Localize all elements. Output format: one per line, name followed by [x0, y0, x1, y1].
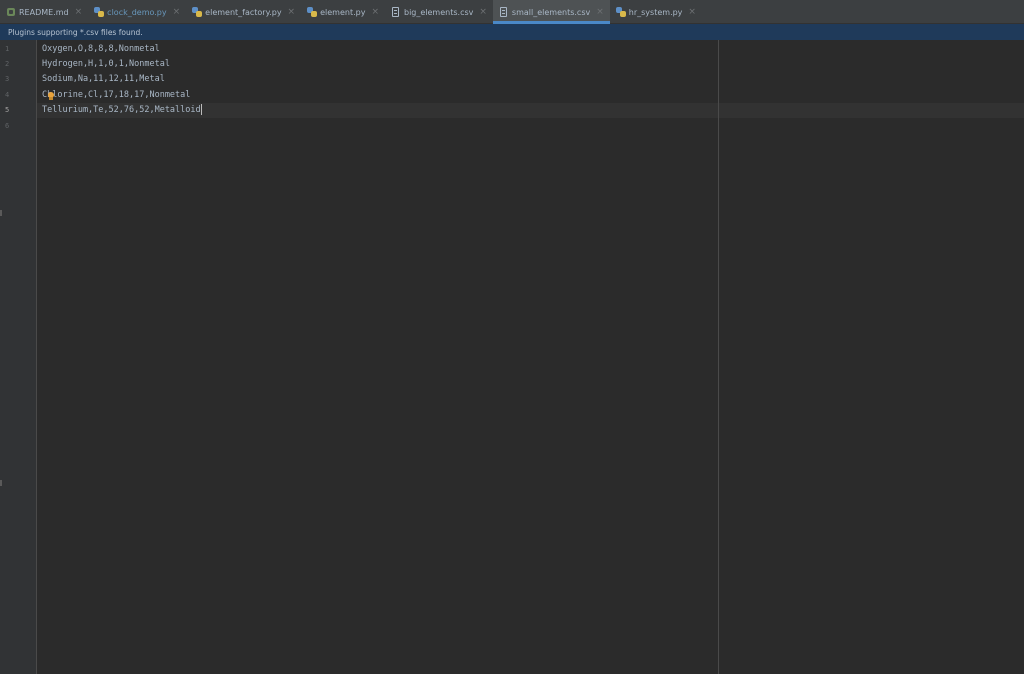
banner-text: Plugins supporting *.csv files found.: [8, 27, 143, 37]
right-margin-guide: [718, 40, 719, 674]
close-icon[interactable]: ×: [173, 7, 181, 17]
python-file-icon: [94, 7, 105, 17]
close-icon[interactable]: ×: [596, 7, 604, 17]
ide-window: README.md × clock_demo.py × element_fact…: [0, 0, 1024, 674]
tab-label: element.py: [320, 7, 366, 17]
text-caret: [200, 104, 202, 115]
editor-tab-bar: README.md × clock_demo.py × element_fact…: [0, 0, 1024, 24]
lightbulb-intention-icon[interactable]: [47, 92, 55, 100]
line-number: 5: [5, 106, 10, 114]
scroll-marker: [0, 480, 2, 486]
tab-label: element_factory.py: [205, 7, 282, 17]
python-file-icon: [615, 7, 626, 17]
code-line-text: Tellurium,Te,52,76,52,Metalloid: [42, 105, 201, 115]
tab-label: small_elements.csv: [511, 7, 591, 17]
tab-label: hr_system.py: [628, 7, 683, 17]
csv-file-icon: [391, 7, 401, 17]
close-icon[interactable]: ×: [688, 7, 696, 17]
tab-small-elements-csv[interactable]: small_elements.csv ×: [492, 0, 610, 24]
plugin-suggestion-banner[interactable]: Plugins supporting *.csv files found.: [0, 24, 1024, 40]
markdown-file-icon: [6, 7, 16, 17]
tab-big-elements-csv[interactable]: big_elements.csv ×: [385, 0, 493, 24]
tab-clock-demo-py[interactable]: clock_demo.py ×: [88, 0, 186, 24]
line-number: 4: [5, 91, 10, 99]
line-number: 3: [5, 75, 10, 83]
code-line-current[interactable]: Tellurium,Te,52,76,52,Metalloid: [42, 103, 202, 118]
tab-element-py[interactable]: element.py ×: [301, 0, 385, 24]
code-line[interactable]: Oxygen,O,8,8,8,Nonmetal: [42, 42, 160, 57]
code-line[interactable]: Chlorine,Cl,17,18,17,Nonmetal: [42, 88, 190, 103]
close-icon[interactable]: ×: [479, 7, 487, 17]
scroll-marker: [0, 210, 2, 216]
tab-label: clock_demo.py: [107, 7, 167, 17]
close-icon[interactable]: ×: [371, 7, 379, 17]
code-editor[interactable]: 1 2 3 4 5 6 Oxygen,O,8,8,8,Nonmetal Hydr…: [0, 40, 1024, 674]
tab-label: README.md: [19, 7, 69, 17]
python-file-icon: [307, 7, 318, 17]
code-line[interactable]: Hydrogen,H,1,0,1,Nonmetal: [42, 57, 170, 72]
tab-readme-md[interactable]: README.md ×: [0, 0, 88, 24]
line-number: 1: [5, 45, 10, 53]
line-number: 2: [5, 60, 10, 68]
close-icon[interactable]: ×: [75, 7, 83, 17]
python-file-icon: [192, 7, 203, 17]
tab-label: big_elements.csv: [403, 7, 474, 17]
close-icon[interactable]: ×: [288, 7, 296, 17]
tab-hr-system-py[interactable]: hr_system.py ×: [610, 0, 702, 24]
csv-file-icon: [499, 7, 509, 17]
tab-element-factory-py[interactable]: element_factory.py ×: [186, 0, 301, 24]
code-line[interactable]: Sodium,Na,11,12,11,Metal: [42, 72, 165, 87]
line-number: 6: [5, 122, 10, 130]
line-number-gutter[interactable]: 1 2 3 4 5 6: [0, 40, 37, 674]
